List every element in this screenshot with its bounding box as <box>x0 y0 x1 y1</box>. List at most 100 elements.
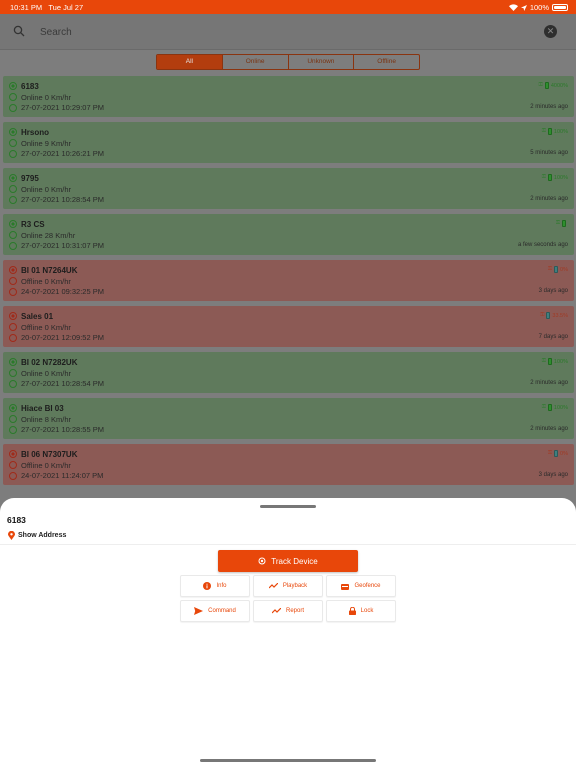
search-input[interactable] <box>40 22 520 42</box>
wifi-icon <box>508 4 518 11</box>
ignition-icon: ⚿ <box>541 404 546 410</box>
clock-icon <box>9 426 17 434</box>
track-device-button[interactable]: Track Device <box>218 550 358 572</box>
device-name: BI 06 N7307UK <box>21 450 78 459</box>
status-dot-icon <box>9 220 17 228</box>
ignition-icon: ⚿ <box>540 312 545 318</box>
filter-unknown[interactable]: Unknown <box>289 55 355 69</box>
mobile-battery-icon <box>547 358 552 365</box>
device-card[interactable]: BI 01 N7264UK Offline 0 Km/hr 24-07-2021 0… <box>3 260 574 301</box>
clear-search-icon[interactable]: ✕ <box>544 25 557 38</box>
device-battery: 100% <box>553 358 568 365</box>
mobile-battery-icon <box>562 220 566 227</box>
device-relative-time: 3 days ago <box>538 288 568 294</box>
device-last-update: 27-07-2021 10:26:21 PM <box>21 149 104 158</box>
clock-icon <box>9 242 17 250</box>
clock-icon <box>9 104 17 112</box>
speed-icon <box>9 185 17 193</box>
device-name: BI 02 N7282UK <box>21 358 78 367</box>
device-relative-time: 5 minutes ago <box>530 150 568 156</box>
clock-icon <box>9 380 17 388</box>
device-battery: 100% <box>553 404 568 411</box>
speed-icon <box>9 231 17 239</box>
device-speed: Offline 0 Km/hr <box>21 461 71 470</box>
ignition-icon: ⚿ <box>541 128 546 134</box>
clock-icon <box>9 472 17 480</box>
filter-all[interactable]: All <box>157 55 223 69</box>
device-name: Hiace BI 03 <box>21 404 64 413</box>
battery-percent: 100% <box>529 3 549 12</box>
device-relative-time: 2 minutes ago <box>530 196 568 202</box>
device-last-update: 20-07-2021 12:09:52 PM <box>21 333 104 342</box>
speed-icon <box>9 369 17 377</box>
device-battery: 0% <box>560 450 568 457</box>
device-speed: Online 8 Km/hr <box>21 415 72 424</box>
info-button[interactable]: Info <box>180 575 250 597</box>
device-status-indicators: ⚿ 0% <box>548 450 568 457</box>
device-card[interactable]: Hiace BI 03 Online 8 Km/hr 27-07-2021 10:2… <box>3 398 574 439</box>
lock-icon <box>348 607 356 615</box>
device-battery: 4000% <box>550 82 568 89</box>
device-card[interactable]: 9795 Online 0 Km/hr 27-07-2021 10:28:54 PM… <box>3 168 574 209</box>
status-dot-icon <box>9 312 17 320</box>
device-relative-time: 3 days ago <box>538 472 568 478</box>
mobile-battery-icon <box>547 404 552 411</box>
device-relative-time: 2 minutes ago <box>530 104 568 110</box>
status-icons: 100% <box>508 3 568 12</box>
location-arrow-icon <box>520 4 527 11</box>
lock-label: Lock <box>360 608 374 614</box>
send-icon <box>194 607 204 615</box>
device-speed: Online 28 Km/hr <box>21 231 76 240</box>
fence-icon <box>341 583 350 590</box>
filter-online[interactable]: Online <box>223 55 289 69</box>
ignition-icon: ⚿ <box>538 82 543 88</box>
clock-icon <box>9 334 17 342</box>
mobile-battery-icon <box>547 128 552 135</box>
device-status-indicators: ⚿ 100% <box>542 404 568 411</box>
device-last-update: 27-07-2021 10:28:54 PM <box>21 379 104 388</box>
command-button[interactable]: Command <box>180 600 250 622</box>
clock-icon <box>9 150 17 158</box>
device-battery: 0% <box>560 266 568 273</box>
device-last-update: 24-07-2021 09:32:25 PM <box>21 287 104 296</box>
device-card[interactable]: Sales 01 Offline 0 Km/hr 20-07-2021 12:09:… <box>3 306 574 347</box>
device-card[interactable]: R3 CS Online 28 Km/hr 27-07-2021 10:31:07 … <box>3 214 574 255</box>
device-card[interactable]: Hrsono Online 9 Km/hr 27-07-2021 10:26:21 … <box>3 122 574 163</box>
playback-button[interactable]: Playback <box>253 575 323 597</box>
device-speed: Online 0 Km/hr <box>21 185 72 194</box>
show-address-link[interactable]: Show Address <box>8 531 66 540</box>
device-card[interactable]: BI 02 N7282UK Online 0 Km/hr 27-07-2021 10… <box>3 352 574 393</box>
device-status-indicators: ⚿ 100% <box>542 128 568 135</box>
status-filter: All Online Unknown Offline <box>156 54 420 70</box>
device-battery: 100% <box>553 174 568 181</box>
device-speed: Offline 0 Km/hr <box>21 277 71 286</box>
mobile-battery-icon <box>554 450 559 457</box>
device-relative-time: 7 days ago <box>538 334 568 340</box>
report-button[interactable]: Report <box>253 600 323 622</box>
status-dot-icon <box>9 128 17 136</box>
device-card[interactable]: BI 06 N7307UK Offline 0 Km/hr 24-07-2021 1… <box>3 444 574 485</box>
device-list: 6183 Online 0 Km/hr 27-07-2021 10:29:07 PM… <box>3 76 574 490</box>
device-last-update: 27-07-2021 10:28:54 PM <box>21 195 104 204</box>
trend-line-icon <box>268 583 278 589</box>
device-battery: 100% <box>553 128 568 135</box>
speed-icon <box>9 93 17 101</box>
device-status-indicators: ⚿ 4000% <box>539 82 568 89</box>
info-label: Info <box>216 583 227 589</box>
device-name: Hrsono <box>21 128 49 137</box>
divider <box>0 544 576 545</box>
bottom-sheet: 6183 Show Address Track Device Info Play… <box>0 498 576 768</box>
lock-button[interactable]: Lock <box>326 600 396 622</box>
status-dot-icon <box>9 266 17 274</box>
filter-offline[interactable]: Offline <box>354 55 419 69</box>
info-icon <box>203 582 212 590</box>
track-device-label: Track Device <box>271 556 318 566</box>
device-last-update: 27-07-2021 10:29:07 PM <box>21 103 104 112</box>
geofence-button[interactable]: Geofence <box>326 575 396 597</box>
sheet-grabber[interactable] <box>260 505 316 508</box>
crosshair-icon <box>258 557 266 565</box>
device-card[interactable]: 6183 Online 0 Km/hr 27-07-2021 10:29:07 PM… <box>3 76 574 117</box>
device-status-indicators: ⚿ <box>556 220 568 227</box>
device-speed: Offline 0 Km/hr <box>21 323 71 332</box>
device-relative-time: 2 minutes ago <box>530 380 568 386</box>
